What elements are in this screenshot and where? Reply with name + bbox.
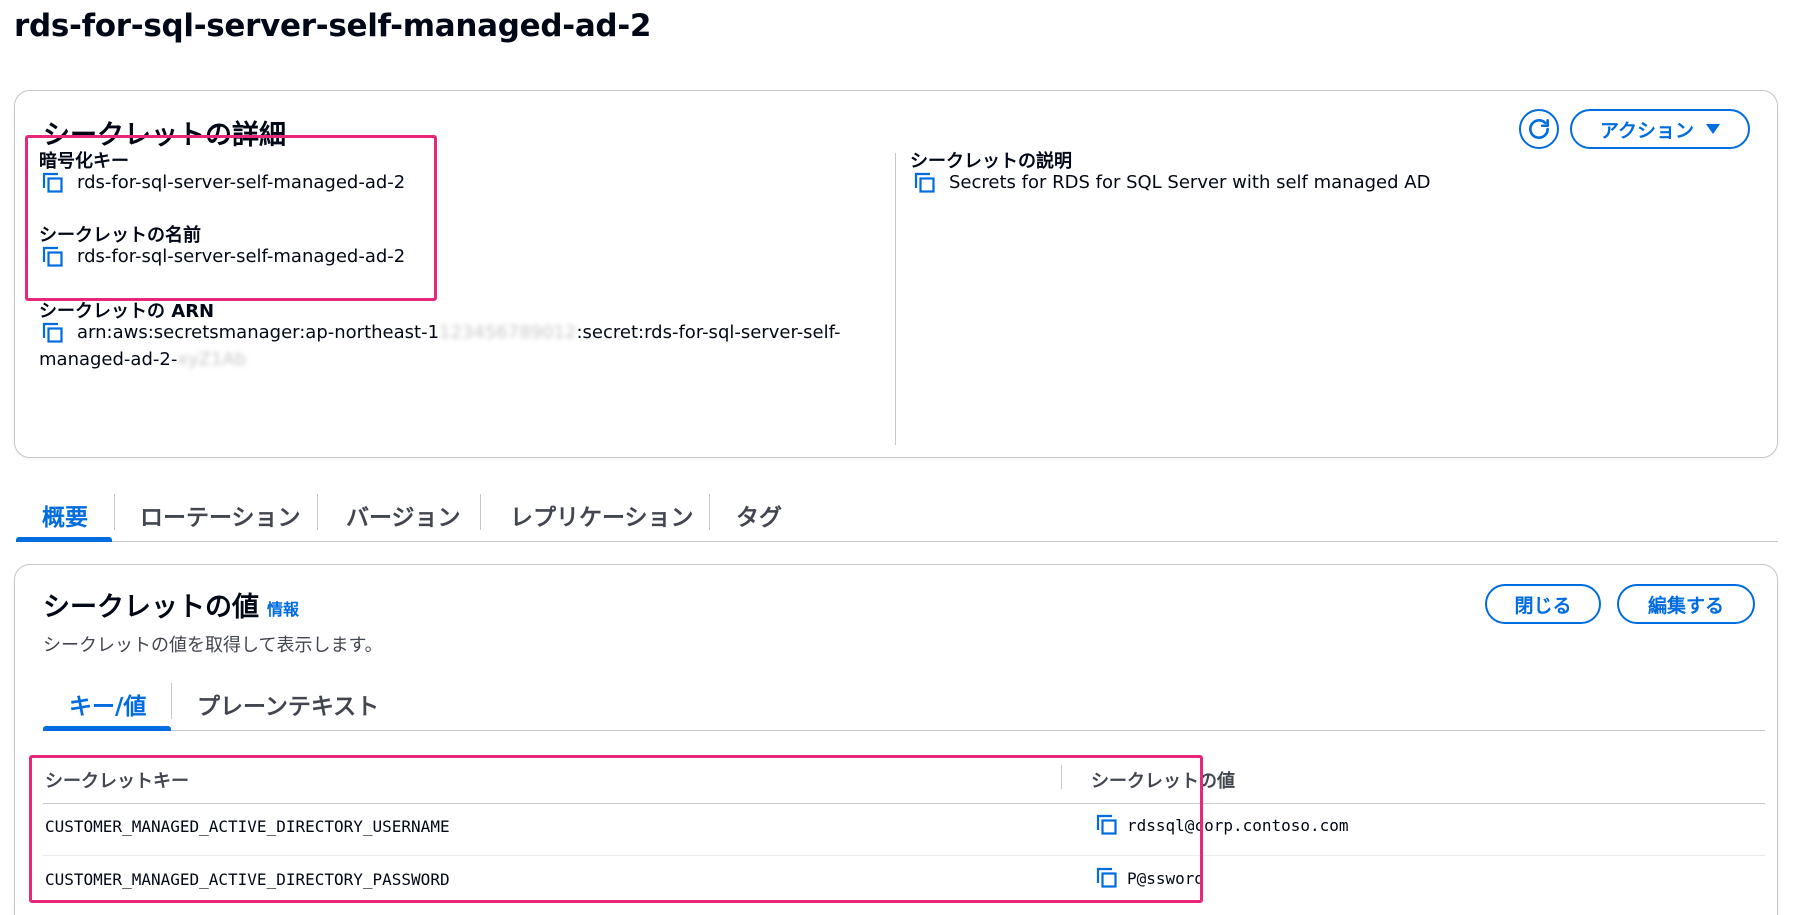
- tab-replication[interactable]: レプリケーション: [510, 490, 694, 542]
- info-link[interactable]: 情報: [267, 596, 299, 620]
- tab-separator: [709, 494, 710, 530]
- subtab-key-value[interactable]: キー/値: [69, 687, 146, 721]
- refresh-button[interactable]: [1519, 109, 1559, 149]
- tab-separator: [317, 494, 318, 530]
- highlight-annotation: [29, 755, 1203, 903]
- tab-tags[interactable]: タグ: [736, 490, 782, 542]
- tab-rotation[interactable]: ローテーション: [140, 490, 301, 542]
- tab-separator: [114, 494, 115, 530]
- refresh-icon: [1529, 119, 1549, 139]
- copy-icon[interactable]: [41, 321, 65, 345]
- secret-arn-text: arn:aws:secretsmanager:ap-northeast-1123…: [77, 319, 840, 346]
- secret-tabs: 概要 ローテーション バージョン レプリケーション タグ: [16, 490, 1778, 542]
- active-tab-indicator: [16, 537, 112, 542]
- secret-value-title: シークレットの値: [43, 592, 259, 623]
- secret-description-text: Secrets for RDS for SQL Server with self…: [949, 172, 1431, 193]
- subtab-separator: [171, 683, 172, 719]
- tab-overview[interactable]: 概要: [42, 490, 88, 542]
- close-button[interactable]: 閉じる: [1485, 584, 1601, 624]
- copy-icon[interactable]: [913, 171, 937, 195]
- secret-description-value: Secrets for RDS for SQL Server with self…: [913, 169, 1430, 196]
- secret-value-card: シークレットの値 情報 シークレットの値を取得して表示します。 閉じる 編集する…: [14, 564, 1778, 915]
- actions-button-label: アクション: [1599, 119, 1695, 142]
- redacted-account-id: 123456789012: [439, 322, 577, 343]
- redacted-arn-suffix: xyZ1Ab: [177, 349, 247, 370]
- tab-versions[interactable]: バージョン: [346, 490, 461, 542]
- secret-details-card: シークレットの詳細 アクション 暗号化キー rds-for-sql-server…: [14, 90, 1778, 458]
- actions-dropdown-button[interactable]: アクション: [1570, 109, 1750, 149]
- active-subtab-indicator: [43, 726, 171, 731]
- tab-separator: [480, 494, 481, 530]
- highlight-annotation: [25, 135, 437, 301]
- caret-down-icon: [1706, 124, 1721, 134]
- subtab-plaintext[interactable]: プレーンテキスト: [197, 687, 379, 721]
- secret-arn-value: arn:aws:secretsmanager:ap-northeast-1123…: [41, 319, 861, 346]
- page-title: rds-for-sql-server-self-managed-ad-2: [14, 8, 652, 44]
- secret-value-subtabs: キー/値 プレーンテキスト: [43, 677, 1765, 731]
- secret-arn-value-line2: managed-ad-2- xyZ1Ab: [39, 346, 246, 373]
- edit-button[interactable]: 編集する: [1617, 584, 1755, 624]
- column-divider: [895, 153, 896, 445]
- secret-value-description: シークレットの値を取得して表示します。: [43, 635, 383, 656]
